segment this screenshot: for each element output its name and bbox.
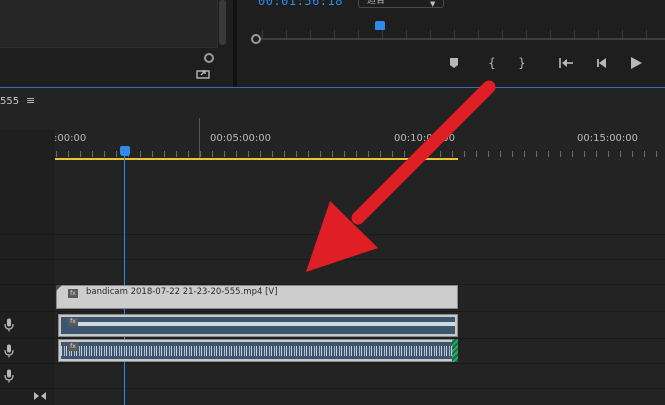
- program-playhead[interactable]: [375, 21, 385, 30]
- work-area-bar[interactable]: [55, 158, 458, 160]
- clip-corner-marker: [56, 285, 62, 291]
- ruler-label: 00:15:00:00: [577, 133, 639, 144]
- audio-clip[interactable]: fx: [58, 339, 458, 362]
- track-divider: [0, 311, 665, 312]
- play-icon: [631, 57, 642, 69]
- time-ruler[interactable]: [56, 151, 665, 157]
- ruler-label: :00:00: [54, 133, 87, 144]
- audio-waveform: [61, 317, 455, 334]
- ruler-label: 00:05:00:00: [210, 133, 272, 144]
- chevron-down-icon: ▼: [430, 0, 436, 8]
- audio-waveform: [61, 342, 455, 359]
- timeline-playhead[interactable]: [120, 146, 130, 156]
- marker-icon: [450, 58, 458, 68]
- add-marker-button[interactable]: [444, 54, 464, 72]
- program-ruler-ticks: [262, 30, 665, 38]
- source-zoom-knob[interactable]: [204, 53, 214, 63]
- program-timecode[interactable]: 00:01:56:18: [258, 0, 343, 8]
- track-divider: [0, 259, 665, 260]
- clip-end-marker: [452, 339, 458, 362]
- step-back-icon: [597, 58, 606, 68]
- voice-over-record-icon[interactable]: [4, 318, 14, 332]
- step-back-button[interactable]: [592, 54, 612, 72]
- go-to-in-icon: [559, 58, 573, 68]
- fx-badge-icon: fx: [68, 343, 78, 351]
- sequence-tab-label[interactable]: 555: [0, 96, 19, 107]
- source-scrollbar[interactable]: [219, 0, 226, 45]
- hamburger-menu-icon[interactable]: ≡: [26, 94, 35, 107]
- track-divider: [0, 363, 665, 364]
- audio-clip[interactable]: fx: [58, 314, 458, 337]
- go-to-in-button[interactable]: [556, 54, 576, 72]
- program-monitor: [237, 0, 665, 87]
- program-scrub-bar[interactable]: [258, 38, 665, 40]
- ruler-label: 00:10:00:00: [394, 133, 456, 144]
- source-viewer: [0, 0, 218, 48]
- program-zoom-knob[interactable]: [251, 34, 261, 44]
- audio-waveform-peaks: [75, 322, 455, 326]
- fx-badge-icon: fx: [68, 289, 78, 298]
- fx-badge-icon: fx: [68, 318, 78, 326]
- export-frame-icon[interactable]: [196, 68, 210, 79]
- audio-waveform-peaks: [61, 346, 455, 356]
- track-divider: [0, 388, 665, 389]
- voice-over-record-icon[interactable]: [4, 344, 14, 358]
- track-height-icon[interactable]: [34, 391, 46, 401]
- mark-out-button[interactable]: }: [512, 54, 532, 72]
- video-clip-label: bandicam 2018-07-22 21-23-20-555.mp4 [V]: [86, 287, 278, 297]
- playhead-line: [124, 156, 125, 405]
- voice-over-record-icon[interactable]: [4, 369, 14, 383]
- track-divider: [0, 234, 665, 235]
- play-button[interactable]: [626, 54, 646, 72]
- mark-in-button[interactable]: {: [482, 54, 502, 72]
